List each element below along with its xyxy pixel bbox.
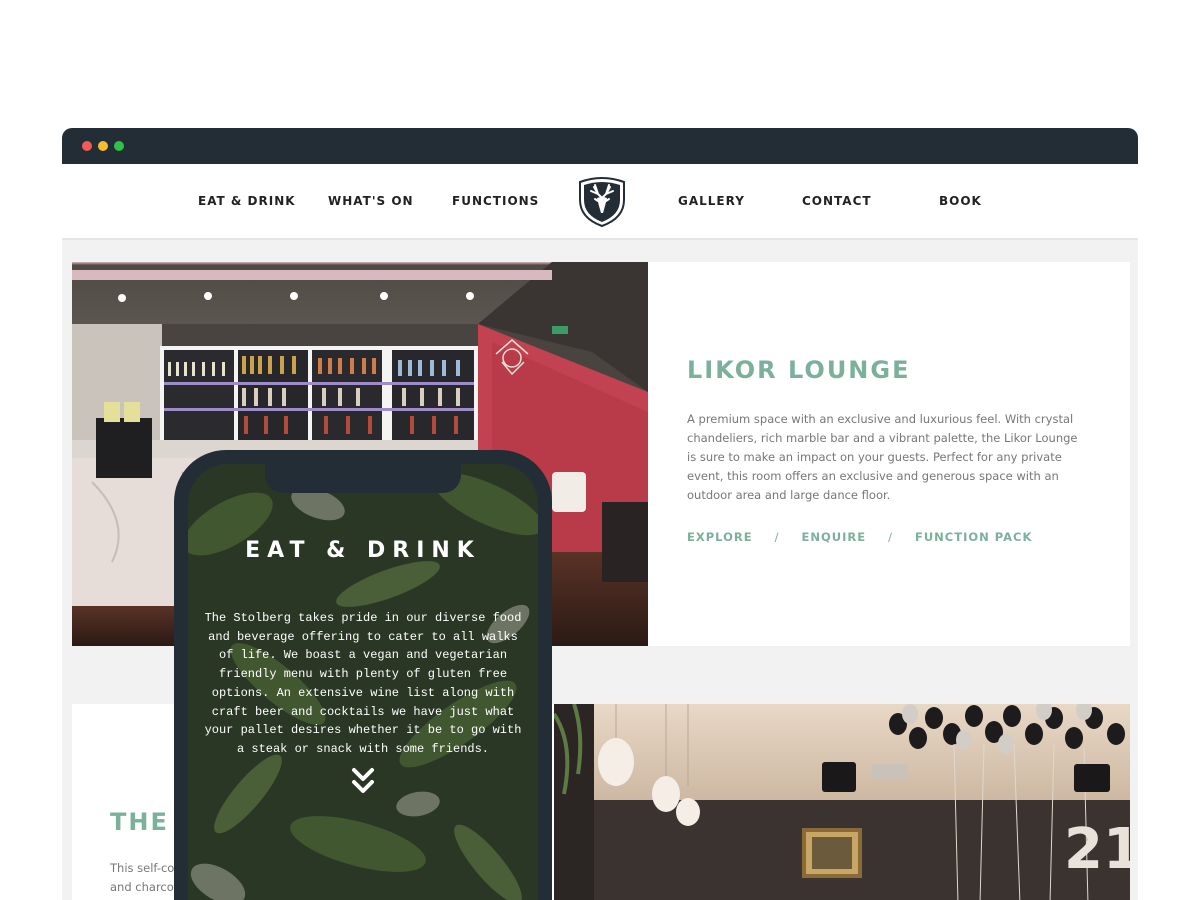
likor-lounge-card: LIKOR LOUNGE A premium space with an exc… — [648, 262, 1130, 646]
eat-drink-title: EAT & DRINK — [245, 538, 481, 563]
link-separator: / — [774, 530, 780, 544]
explore-link[interactable]: EXPLORE — [687, 530, 753, 544]
nav-eat-drink[interactable]: EAT & DRINK — [198, 194, 296, 208]
nav-functions[interactable]: FUNCTIONS — [452, 194, 539, 208]
close-window-button[interactable] — [82, 141, 92, 151]
function-pack-link[interactable]: FUNCTION PACK — [915, 530, 1032, 544]
svg-text:21: 21 — [1064, 817, 1130, 882]
nav-gallery[interactable]: GALLERY — [678, 194, 745, 208]
nav-whats-on[interactable]: WHAT'S ON — [328, 194, 414, 208]
stag-shield-icon[interactable] — [576, 176, 628, 228]
nav-book[interactable]: BOOK — [939, 194, 982, 208]
minimize-window-button[interactable] — [98, 141, 108, 151]
double-chevron-down-icon[interactable] — [351, 766, 375, 798]
function-room-photo: 21 — [554, 704, 1130, 900]
second-function-title: THE — [110, 808, 169, 836]
enquire-link[interactable]: ENQUIRE — [801, 530, 866, 544]
site-nav: EAT & DRINK WHAT'S ON FUNCTIONS GALLERY … — [62, 164, 1138, 240]
phone-notch — [265, 464, 461, 493]
nav-contact[interactable]: CONTACT — [802, 194, 872, 208]
phone-mockup: EAT & DRINK The Stolberg takes pride in … — [174, 450, 552, 900]
eat-drink-description: The Stolberg takes pride in our diverse … — [204, 611, 522, 756]
link-separator: / — [888, 530, 893, 544]
likor-lounge-description: A premium space with an exclusive and lu… — [687, 412, 1078, 502]
likor-lounge-title: LIKOR LOUNGE — [687, 356, 911, 384]
browser-titlebar — [62, 128, 1138, 164]
maximize-window-button[interactable] — [114, 141, 124, 151]
likor-lounge-links: EXPLORE / ENQUIRE / FUNCTION PACK — [687, 530, 1032, 544]
phone-screen: EAT & DRINK The Stolberg takes pride in … — [188, 464, 538, 900]
